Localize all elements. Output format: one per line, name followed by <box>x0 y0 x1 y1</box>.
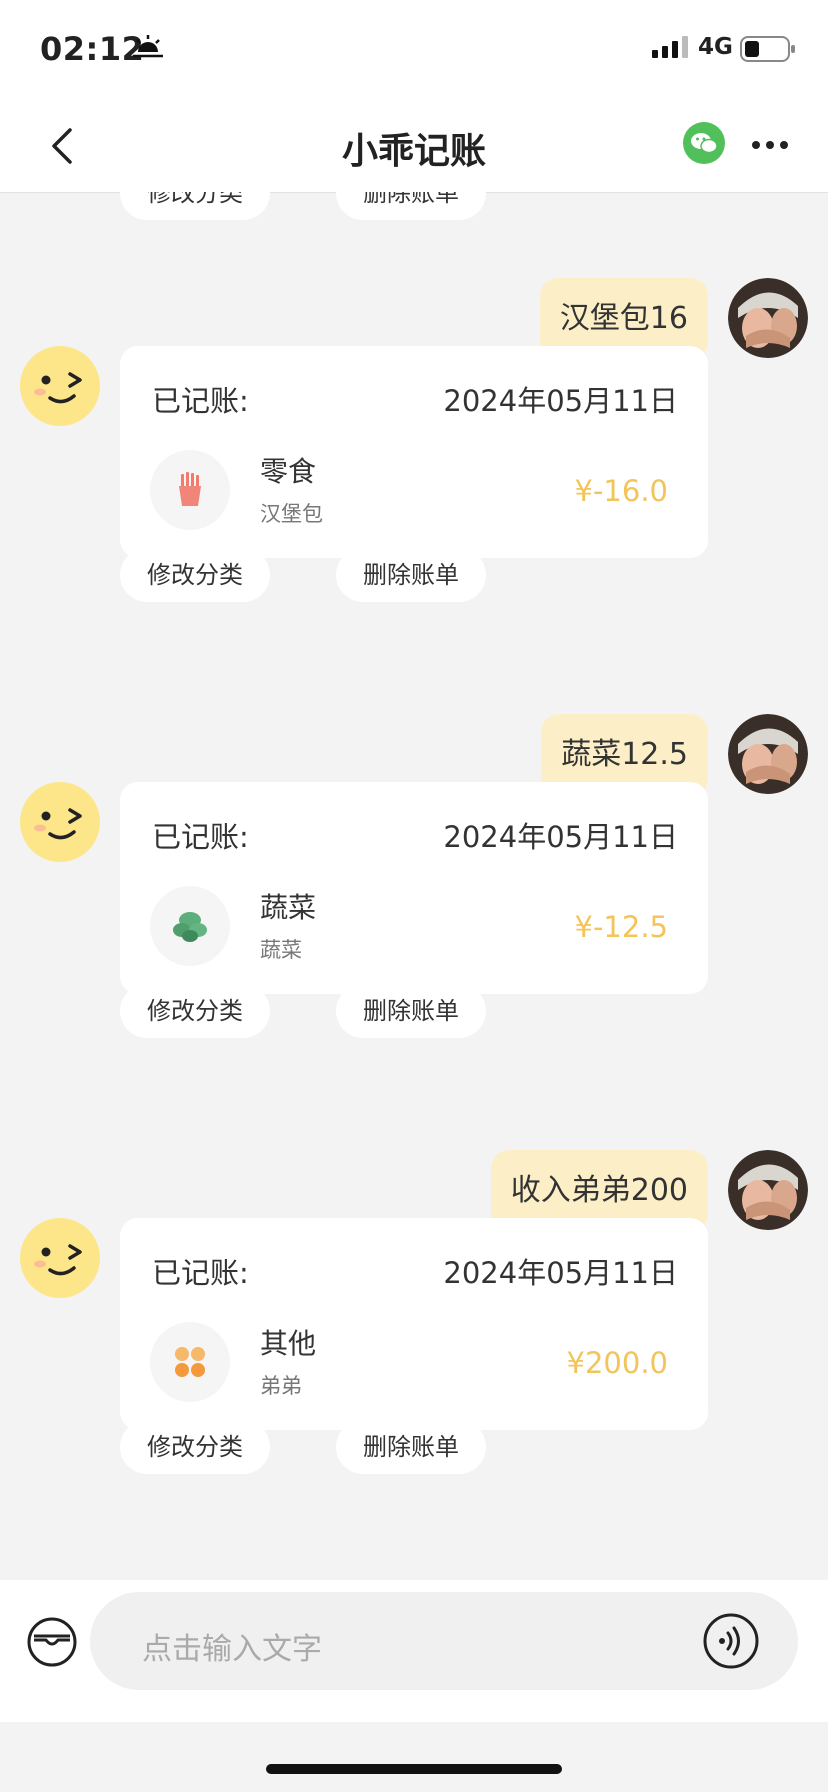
record-date: 2024年05月11日 <box>443 820 678 854</box>
record-date: 2024年05月11日 <box>443 1256 678 1290</box>
more-button[interactable] <box>748 128 792 162</box>
home-indicator[interactable] <box>266 1764 562 1774</box>
chat-list[interactable]: 修改分类 删除账单 汉堡包16 已记账: 2024年05月11日 零食 汉堡包 … <box>0 192 828 1580</box>
wallet-icon <box>27 1617 77 1667</box>
bot-avatar <box>20 346 100 426</box>
home-indicator-area <box>0 1722 828 1792</box>
category-icon-circle <box>150 886 230 966</box>
user-avatar[interactable] <box>728 714 808 794</box>
bot-avatar <box>20 1218 100 1298</box>
user-avatar[interactable] <box>728 278 808 358</box>
back-button[interactable] <box>44 124 84 168</box>
network-label: 4G <box>698 34 733 60</box>
record-amount: ¥-16.0 <box>574 474 669 508</box>
record-date: 2024年05月11日 <box>443 384 678 418</box>
signal-icon <box>652 36 690 62</box>
category-note: 蔬菜 <box>260 938 302 962</box>
bot-avatar <box>20 782 100 862</box>
more-dots-icon <box>752 141 788 149</box>
delete-bill-button[interactable]: 删除账单 <box>336 192 486 220</box>
category-name: 蔬菜 <box>260 891 317 924</box>
input-placeholder: 点击输入文字 <box>142 1632 322 1667</box>
edit-category-button[interactable]: 修改分类 <box>120 548 270 602</box>
input-bar: 点击输入文字 <box>0 1580 828 1722</box>
record-amount: ¥200.0 <box>566 1346 668 1380</box>
status-bar: 02:12 4G <box>0 0 828 98</box>
bill-record-card[interactable]: 已记账: 2024年05月11日 其他 弟弟 ¥200.0 <box>120 1218 708 1430</box>
vegetable-icon <box>173 912 207 942</box>
text-input[interactable]: 点击输入文字 <box>90 1592 798 1690</box>
record-label: 已记账: <box>152 820 249 854</box>
category-name: 其他 <box>260 1327 317 1360</box>
category-icon-circle <box>150 450 230 530</box>
status-time: 02:12 <box>40 30 145 68</box>
record-label: 已记账: <box>152 384 249 418</box>
battery-icon <box>740 36 796 66</box>
voice-input-button[interactable] <box>702 1612 760 1670</box>
edit-category-button[interactable]: 修改分类 <box>120 1420 270 1474</box>
category-note: 弟弟 <box>260 1374 302 1398</box>
french-fries-icon <box>179 472 201 506</box>
bill-record-card[interactable]: 已记账: 2024年05月11日 蔬菜 蔬菜 ¥-12.5 <box>120 782 708 994</box>
record-label: 已记账: <box>152 1256 249 1290</box>
bill-record-card[interactable]: 已记账: 2024年05月11日 零食 汉堡包 ¥-16.0 <box>120 346 708 558</box>
delete-bill-button[interactable]: 删除账单 <box>336 984 486 1038</box>
grid-other-icon <box>175 1347 205 1377</box>
edit-category-button[interactable]: 修改分类 <box>120 192 270 220</box>
delete-bill-button[interactable]: 删除账单 <box>336 548 486 602</box>
wechat-share-button[interactable] <box>683 122 725 164</box>
wallet-button[interactable] <box>26 1616 78 1668</box>
record-amount: ¥-12.5 <box>574 910 669 944</box>
sunrise-icon <box>132 34 164 64</box>
category-icon-circle <box>150 1322 230 1402</box>
edit-category-button[interactable]: 修改分类 <box>120 984 270 1038</box>
chevron-left-icon <box>52 128 72 164</box>
nav-bar: 小乖记账 <box>0 98 828 193</box>
category-note: 汉堡包 <box>260 502 323 526</box>
category-name: 零食 <box>260 455 317 488</box>
wechat-icon <box>691 133 718 154</box>
user-avatar[interactable] <box>728 1150 808 1230</box>
delete-bill-button[interactable]: 删除账单 <box>336 1420 486 1474</box>
voice-icon <box>703 1613 759 1669</box>
